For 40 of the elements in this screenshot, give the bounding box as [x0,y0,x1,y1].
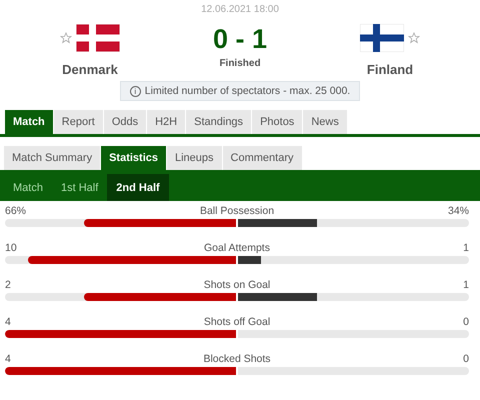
star-icon[interactable] [408,32,420,44]
info-icon: i [130,86,141,96]
tab[interactable]: Lineups [167,146,222,170]
home-value: 2 [5,279,11,291]
home-value: 4 [5,316,11,328]
stat-label: Blocked Shots [203,353,271,365]
notice-text: Limited number of spectators - max. 25 000. [144,85,350,97]
away-value: 34% [448,205,469,217]
tab[interactable]: Commentary [222,146,302,170]
tab[interactable]: News [303,110,347,134]
tab[interactable]: Odds [104,110,146,134]
match-date: 12.06.2021 18:00 [200,3,280,17]
team-name[interactable]: Denmark [62,62,118,77]
period-tab[interactable]: Match [4,174,52,201]
away-value: 0 [463,353,469,365]
star-icon[interactable] [60,32,72,44]
period-tab[interactable]: 2nd Half [107,174,169,201]
tab[interactable]: Photos [252,110,302,134]
stat-label: Shots off Goal [204,316,270,328]
flag-icon [360,24,404,52]
away-value: 1 [463,279,469,291]
period-tab[interactable]: 1st Half [52,174,108,201]
tab[interactable]: H2H [147,110,186,134]
home-value: 10 [5,242,17,254]
stat-label: Ball Possession [200,205,274,217]
stat-label: Goal Attempts [204,242,270,254]
home-value: 4 [5,353,11,365]
flag-icon [76,24,120,52]
tab[interactable]: Report [54,110,103,134]
team-name[interactable]: Finland [366,62,414,77]
tab[interactable]: Statistics [101,146,166,170]
tab[interactable]: Standings [186,110,252,134]
match-status: Finished [219,58,261,69]
home-value: 66% [5,205,26,217]
away-value: 0 [463,316,469,328]
stat-label: Shots on Goal [204,279,270,291]
tab[interactable]: Match Summary [4,146,100,170]
score: 0 - 1 [212,23,268,56]
tab[interactable]: Match [5,110,53,134]
away-value: 1 [463,242,469,254]
